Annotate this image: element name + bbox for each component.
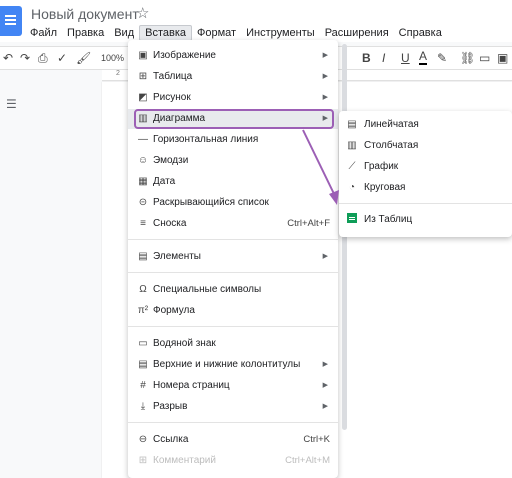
annotation-arrow: [302, 129, 339, 205]
